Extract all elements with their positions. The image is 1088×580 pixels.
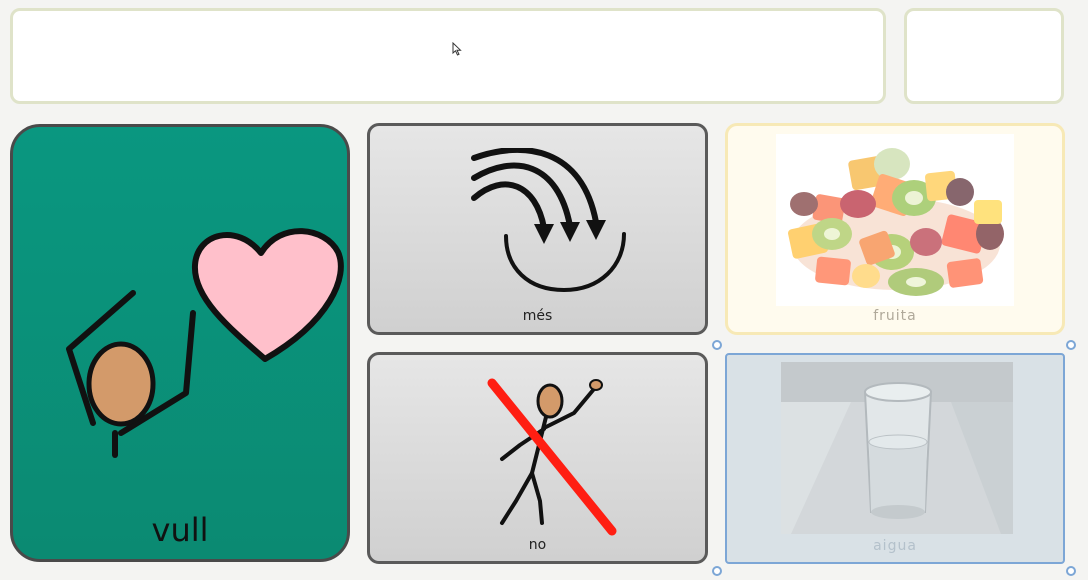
message-bar[interactable] xyxy=(10,8,886,104)
cell-label-aigua: aigua xyxy=(873,538,917,554)
cell-no[interactable]: no xyxy=(367,352,708,564)
cell-label-fruita: fruita xyxy=(873,308,917,324)
no-icon xyxy=(487,378,617,536)
selection-handle-top-right[interactable] xyxy=(1066,340,1076,350)
cell-aigua[interactable]: aigua xyxy=(725,353,1065,564)
selection-handle-bottom-right[interactable] xyxy=(1066,566,1076,576)
selection-handle-top-left[interactable] xyxy=(712,340,722,350)
water-glass-photo xyxy=(781,362,1013,534)
action-box[interactable] xyxy=(904,8,1064,104)
cell-vull[interactable]: vull xyxy=(10,124,350,562)
cell-mes[interactable]: més xyxy=(367,123,708,335)
cell-fruita[interactable]: fruita xyxy=(725,123,1065,335)
cell-label-mes: més xyxy=(522,308,553,324)
want-icon xyxy=(66,228,344,458)
cell-label-no: no xyxy=(528,537,547,553)
fruit-photo xyxy=(776,134,1014,306)
cell-label-vull: vull xyxy=(151,511,209,549)
mouse-cursor-icon xyxy=(452,42,462,56)
selection-handle-bottom-left[interactable] xyxy=(712,566,722,576)
more-icon xyxy=(471,148,626,293)
